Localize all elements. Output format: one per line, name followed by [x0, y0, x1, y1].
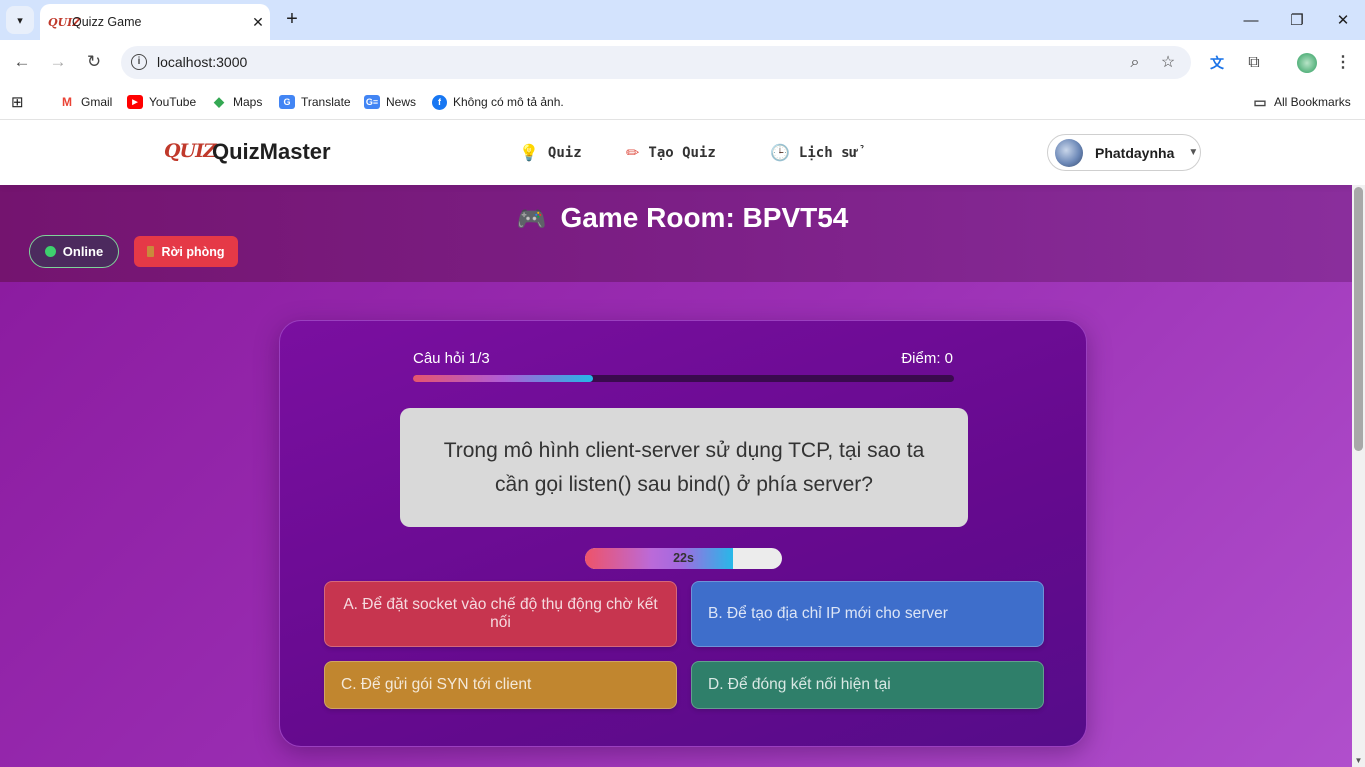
leave-room-button[interactable]: Rời phòng [134, 236, 238, 267]
address-bar[interactable]: i localhost:3000 ⌕ ☆ [121, 46, 1191, 79]
maps-icon: ◆ [211, 94, 227, 109]
question-counter: Câu hỏi 1/3 [413, 350, 490, 367]
tab-favicon: QUIZ [48, 15, 81, 29]
room-bar: 🎮 Game Room: BPVT54 Online Rời phòng [0, 185, 1352, 282]
extensions-icon[interactable]: ⧉ [1243, 52, 1265, 74]
logo-text[interactable]: QuizMaster [212, 139, 331, 165]
bookmark-news[interactable]: G≡ News [364, 93, 416, 111]
new-tab-button[interactable]: + [280, 8, 304, 32]
bookmark-youtube[interactable]: ▶ YouTube [127, 93, 196, 111]
bookmark-label: News [386, 95, 417, 109]
site-info-icon[interactable]: i [131, 54, 147, 70]
user-name: Phatdaynha [1095, 144, 1175, 161]
timer-label: 22s [673, 551, 694, 565]
leave-room-label: Rời phòng [161, 244, 225, 259]
news-icon: G≡ [364, 95, 380, 109]
reload-icon[interactable]: ↻ [80, 48, 108, 76]
bookmark-star-icon[interactable]: ☆ [1157, 52, 1179, 74]
door-icon [147, 246, 155, 257]
nav-create-quiz-label: Tạo Quiz [648, 144, 716, 161]
bookmark-maps[interactable]: ◆ Maps [211, 93, 262, 111]
browser-tab[interactable]: QUIZ Quizz Game ✕ [40, 4, 270, 40]
restore-icon[interactable]: ❐ [1274, 0, 1320, 40]
bookmark-label: Không có mô tả ảnh. [453, 95, 564, 109]
answer-option-b[interactable]: B. Để tạo địa chỉ IP mới cho server [691, 581, 1044, 647]
browser-menu-icon[interactable]: ⋮ [1332, 52, 1354, 74]
bookmark-facebook[interactable]: f Không có mô tả ảnh. [432, 93, 564, 111]
pencil-icon: ✏ [626, 143, 640, 162]
lightbulb-icon: 💡 [519, 143, 539, 162]
scrollbar-thumb[interactable] [1354, 187, 1363, 451]
window-close-icon[interactable]: ✕ [1320, 0, 1365, 40]
all-bookmarks-label: All Bookmarks [1274, 95, 1351, 109]
timer-bar: 22s [585, 548, 782, 569]
avatar [1055, 138, 1083, 167]
back-icon[interactable]: ← [8, 48, 36, 76]
room-title-text: Game Room: BPVT54 [560, 202, 849, 233]
bookmark-label: YouTube [149, 95, 197, 109]
online-dot-icon [44, 246, 56, 257]
browser-tab-bar: ▾ QUIZ Quizz Game ✕ + — ❐ ✕ [0, 0, 1365, 40]
tab-title: Quizz Game [72, 15, 142, 29]
bookmark-label: Translate [301, 95, 351, 109]
user-menu[interactable]: Phatdaynha ▼ [1047, 134, 1201, 171]
answer-option-a[interactable]: A. Để đặt socket vào chế độ thụ động chờ… [324, 581, 677, 647]
question-text: Trong mô hình client-server sử dụng TCP,… [400, 408, 968, 527]
page-scrollbar[interactable]: ▼ [1352, 185, 1365, 767]
facebook-icon: f [432, 94, 447, 110]
profile-avatar-icon[interactable] [1296, 52, 1318, 74]
nav-history[interactable]: 🕒 Lịch sử [770, 143, 858, 162]
logo-badge[interactable]: QUIZ [164, 140, 217, 162]
translate-icon: G [279, 95, 295, 109]
bookmark-label: Gmail [81, 95, 113, 109]
url-text[interactable]: localhost:3000 [157, 54, 247, 70]
forward-icon[interactable]: → [44, 48, 72, 76]
all-bookmarks[interactable]: ▭ All Bookmarks [1252, 93, 1351, 111]
gmail-icon: M [59, 95, 75, 109]
nav-quiz[interactable]: 💡 Quiz [519, 143, 582, 162]
bookmark-gmail[interactable]: M Gmail [59, 93, 112, 111]
translate-extension-icon[interactable]: 文 [1206, 52, 1228, 74]
game-area: 🎮 Game Room: BPVT54 Online Rời phòng Câu … [0, 185, 1352, 767]
answer-option-d[interactable]: D. Để đóng kết nối hiện tại [691, 661, 1044, 709]
quiz-progress-bar [413, 375, 954, 382]
youtube-icon: ▶ [127, 95, 143, 109]
gamepad-icon: 🎮 [516, 205, 547, 233]
tab-close-icon[interactable]: ✕ [246, 14, 270, 31]
online-status-badge: Online [29, 235, 119, 268]
score-label: Điểm: 0 [901, 350, 953, 367]
app-header: QUIZ QuizMaster 💡 Quiz ✏ Tạo Quiz 🕒 Lịch… [0, 121, 1352, 185]
quiz-progress-fill [413, 375, 594, 382]
tab-search-button[interactable]: ▾ [6, 6, 34, 34]
nav-quiz-label: Quiz [547, 144, 582, 161]
apps-grid-icon[interactable]: ⊞ [11, 93, 24, 111]
bookmark-translate[interactable]: G Translate [279, 93, 351, 111]
answer-option-c[interactable]: C. Để gửi gói SYN tới client [324, 661, 677, 709]
nav-create-quiz[interactable]: ✏ Tạo Quiz [626, 143, 716, 162]
bookmark-label: Maps [233, 95, 263, 109]
folder-icon: ▭ [1253, 93, 1267, 110]
chevron-down-icon: ▼ [1188, 147, 1199, 158]
app-page: QUIZ QuizMaster 💡 Quiz ✏ Tạo Quiz 🕒 Lịch… [0, 121, 1352, 767]
online-status-label: Online [62, 244, 104, 259]
scroll-down-arrow-icon[interactable]: ▼ [1354, 757, 1363, 765]
nav-history-label: Lịch sử [798, 144, 858, 161]
room-title: 🎮 Game Room: BPVT54 [0, 202, 1352, 234]
bookmarks-bar: ⊞ M Gmail ▶ YouTube ◆ Maps G Translate G… [0, 85, 1365, 120]
browser-toolbar: ← → ↻ i localhost:3000 ⌕ ☆ 文 ⧉ ⋮ [0, 40, 1365, 85]
quiz-card: Câu hỏi 1/3 Điểm: 0 Trong mô hình client… [279, 320, 1087, 747]
zoom-icon[interactable]: ⌕ [1124, 52, 1146, 74]
minimize-icon[interactable]: — [1228, 0, 1274, 40]
clock-icon: 🕒 [770, 143, 790, 162]
